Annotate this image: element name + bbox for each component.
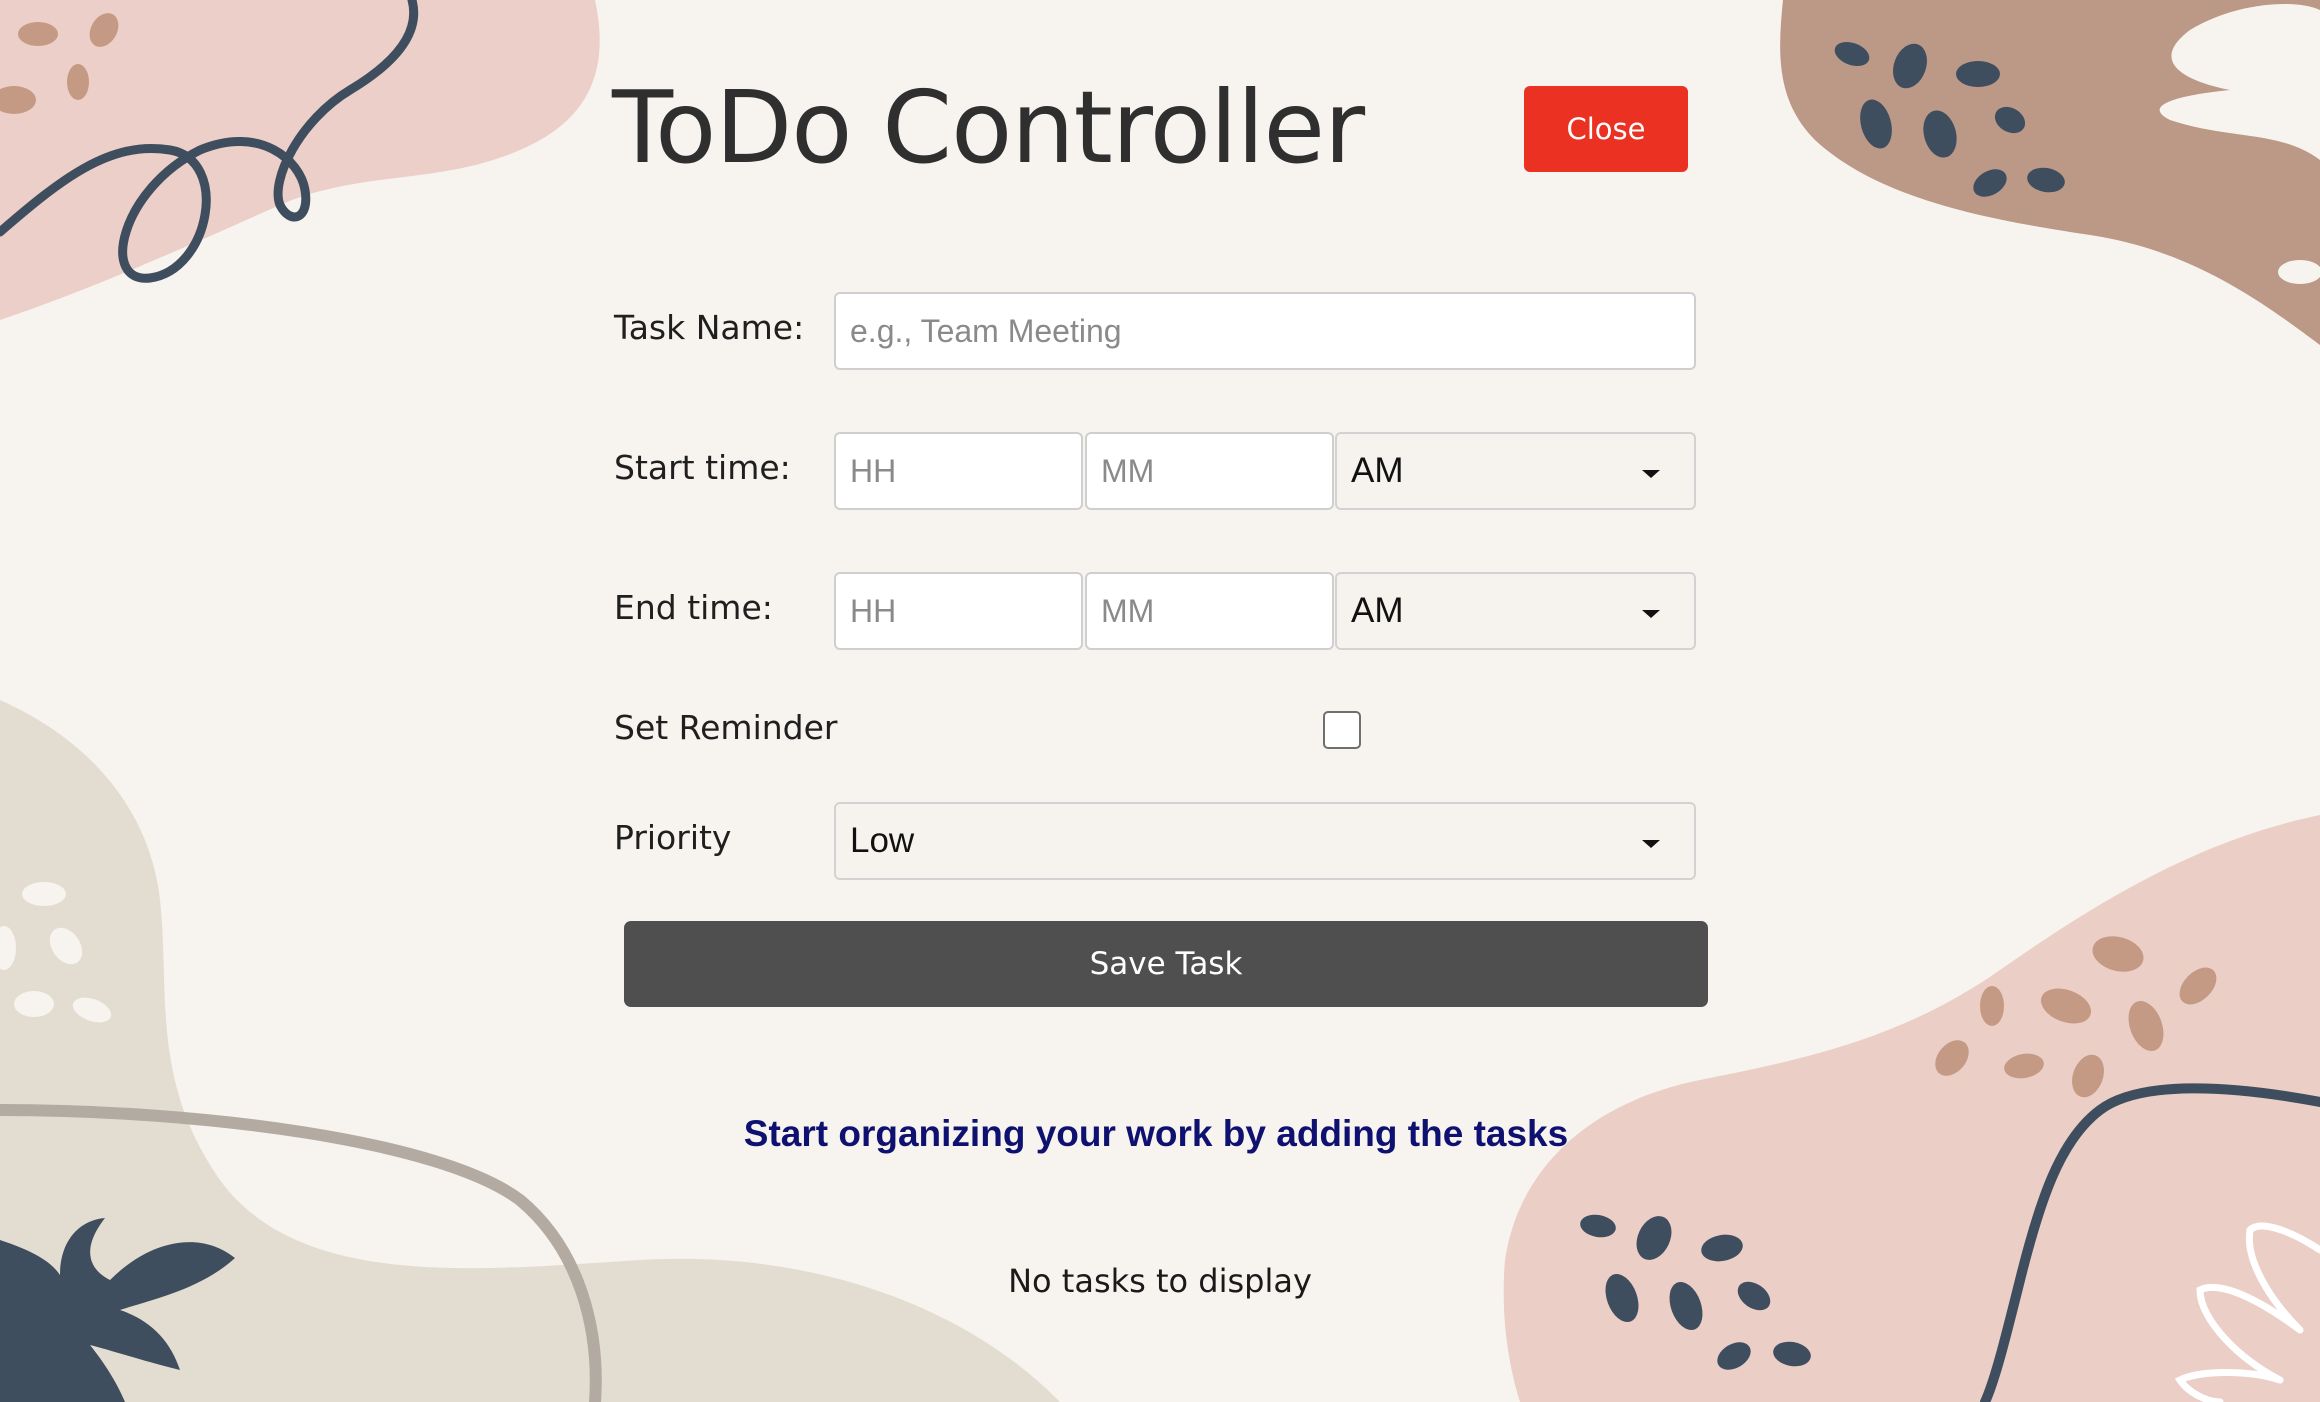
priority-select[interactable]: Low [834, 802, 1696, 880]
end-period-value: AM [1351, 591, 1404, 630]
priority-label: Priority [614, 818, 732, 857]
empty-tasks-message: No tasks to display [1008, 1262, 1312, 1300]
close-button[interactable]: Close [1524, 86, 1688, 172]
start-minute-input[interactable] [1085, 432, 1334, 510]
chevron-down-icon [1642, 470, 1660, 478]
priority-value: Low [850, 821, 915, 860]
set-reminder-checkbox[interactable] [1323, 711, 1361, 749]
start-period-value: AM [1351, 451, 1404, 490]
todo-app: ToDo Controller Close Task Name: Start t… [0, 0, 2320, 1402]
chevron-down-icon [1642, 610, 1660, 618]
end-hour-input[interactable] [834, 572, 1083, 650]
task-name-label: Task Name: [614, 308, 805, 347]
task-name-input[interactable] [834, 292, 1696, 370]
chevron-down-icon [1642, 840, 1660, 848]
start-hour-input[interactable] [834, 432, 1083, 510]
empty-state-hint: Start organizing your work by adding the… [743, 1113, 1569, 1154]
set-reminder-label: Set Reminder [614, 708, 838, 747]
start-time-label: Start time: [614, 448, 791, 487]
start-period-select[interactable]: AM [1335, 432, 1696, 510]
end-time-label: End time: [614, 588, 773, 627]
save-task-button[interactable]: Save Task [624, 921, 1708, 1007]
end-minute-input[interactable] [1085, 572, 1334, 650]
page-title: ToDo Controller [612, 69, 1365, 186]
end-period-select[interactable]: AM [1335, 572, 1696, 650]
